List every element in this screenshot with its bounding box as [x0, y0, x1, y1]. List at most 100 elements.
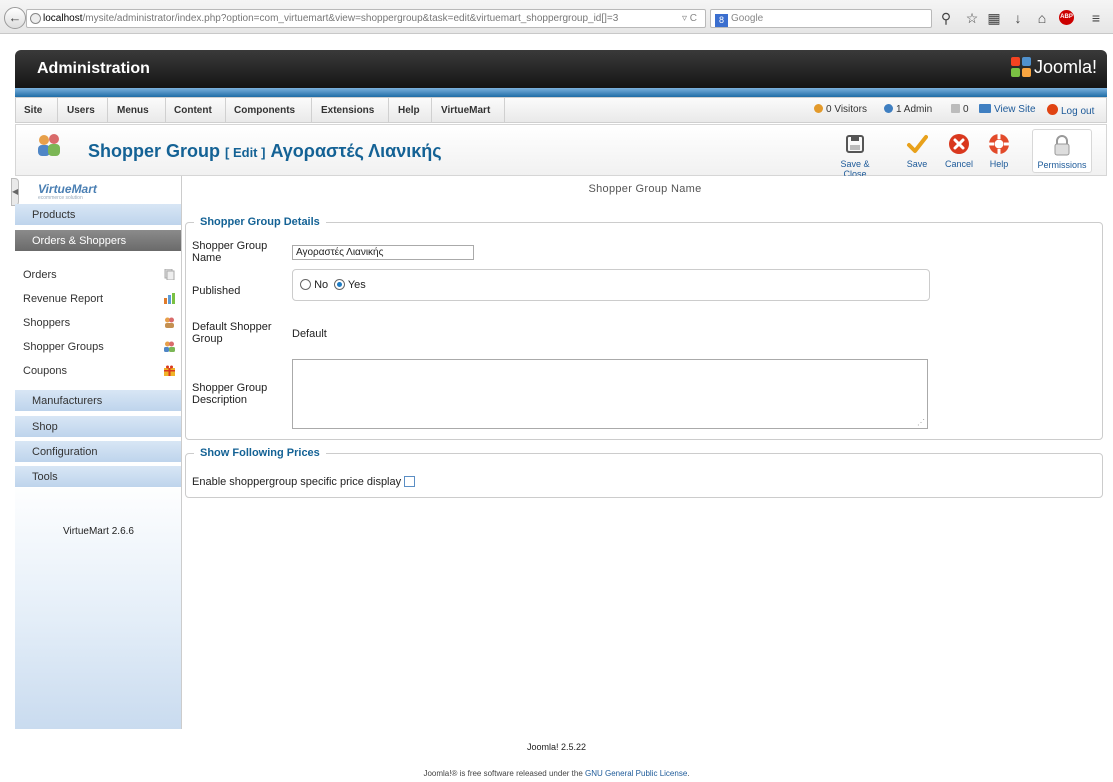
- url-bar[interactable]: localhost/mysite/administrator/index.php…: [26, 9, 706, 28]
- description-label: Shopper Group Description: [192, 382, 268, 406]
- sidebar-item-coupons[interactable]: Coupons: [23, 362, 175, 380]
- shopper-group-icon: [38, 134, 60, 156]
- main-content: Shopper Group Name Shopper Group Details…: [183, 176, 1107, 729]
- url-path: /mysite/administrator/index.php?option=c…: [82, 13, 619, 24]
- search-input[interactable]: 8 Google: [710, 9, 932, 28]
- menu-item-components[interactable]: Components: [234, 105, 295, 116]
- radio-no[interactable]: [300, 279, 311, 290]
- help-label: Help: [989, 159, 1009, 169]
- admins-status: 1 Admin: [884, 104, 932, 115]
- menu-item-site[interactable]: Site: [24, 105, 42, 116]
- joomla-logo: Joomla!: [1010, 57, 1097, 78]
- description-textarea[interactable]: ⋰: [292, 359, 928, 429]
- downloads-icon[interactable]: ↓: [1009, 10, 1027, 26]
- logout-link[interactable]: Log out: [1047, 104, 1094, 117]
- gpl-link[interactable]: GNU General Public License: [585, 769, 687, 778]
- sidebar-section-products[interactable]: Products: [15, 204, 181, 226]
- url-host: localhost: [43, 13, 83, 24]
- menu-item-users[interactable]: Users: [67, 105, 95, 116]
- save-button[interactable]: Save: [902, 129, 932, 173]
- back-icon[interactable]: ←: [4, 7, 26, 29]
- published-option-yes[interactable]: Yes: [334, 279, 366, 291]
- menu-item-content[interactable]: Content: [174, 105, 212, 116]
- shopper-group-name-label: Shopper Group Name: [192, 240, 268, 264]
- published-radio-group: No Yes: [292, 269, 930, 301]
- save-close-icon: [846, 135, 864, 153]
- checkmark-icon: [907, 135, 928, 153]
- license-suffix: .: [687, 769, 690, 778]
- page-toolbar: Shopper Group [ Edit ] Αγοραστές Λιανική…: [15, 124, 1107, 179]
- sidebar-item-revenue-report[interactable]: Revenue Report: [23, 290, 175, 308]
- logout-icon: [1047, 104, 1058, 115]
- sidebar-section-configuration[interactable]: Configuration: [15, 441, 181, 463]
- collapse-sidebar-icon[interactable]: ◀: [11, 178, 19, 206]
- enable-price-display-label: Enable shoppergroup specific price displ…: [192, 476, 402, 488]
- virtuemart-sidebar: ◀ VirtueMart ecommerce solution Products…: [11, 176, 182, 729]
- page-title: Shopper Group [ Edit ] Αγοραστές Λιανική…: [88, 141, 442, 162]
- help-button[interactable]: Help: [982, 129, 1016, 173]
- resize-handle-icon[interactable]: ⋰: [917, 418, 925, 427]
- orders-icon: [164, 269, 175, 280]
- bookmarks-menu-icon[interactable]: ▦: [985, 10, 1003, 27]
- sidebar-item-orders[interactable]: Orders: [23, 266, 175, 284]
- sidebar-item-label: Shoppers: [23, 317, 71, 329]
- menu-item-extensions[interactable]: Extensions: [321, 105, 374, 116]
- admins-count: 1 Admin: [896, 104, 933, 115]
- admin-header: Administration Joomla!: [15, 50, 1107, 88]
- menu-item-menus[interactable]: Menus: [117, 105, 149, 116]
- visitors-count: 0 Visitors: [826, 104, 867, 115]
- menu-item-virtuemart[interactable]: VirtueMart: [441, 105, 490, 116]
- default-shopper-group-value: Default: [292, 328, 327, 340]
- view-site-link[interactable]: View Site: [979, 104, 1036, 115]
- menu-divider: [57, 98, 58, 122]
- search-icon[interactable]: ⚲: [937, 10, 955, 27]
- sidebar-item-shoppers[interactable]: Shoppers: [23, 314, 175, 332]
- page-title-edit: [ Edit ]: [225, 145, 266, 160]
- adblock-icon[interactable]: ABP: [1059, 10, 1074, 25]
- menu-divider: [107, 98, 108, 122]
- messages-count: 0: [963, 104, 969, 115]
- radio-yes[interactable]: [334, 279, 345, 290]
- details-legend: Shopper Group Details: [200, 216, 320, 228]
- page-title-name: Αγοραστές Λιανικής: [270, 141, 442, 161]
- sidebar-item-shopper-groups[interactable]: Shopper Groups: [23, 338, 175, 356]
- sidebar-item-label: Orders: [23, 269, 57, 281]
- sidebar-section-manufacturers[interactable]: Manufacturers: [15, 390, 181, 412]
- published-label: Published: [192, 285, 241, 297]
- radio-no-label: No: [314, 279, 329, 291]
- virtuemart-version: VirtueMart 2.6.6: [63, 526, 134, 537]
- save-close-button[interactable]: Save & Close: [828, 129, 882, 179]
- shopper-group-name-input[interactable]: [292, 245, 474, 260]
- header-title: Administration: [37, 60, 150, 77]
- lock-icon: [1054, 135, 1070, 156]
- site-identity-icon[interactable]: [30, 13, 41, 24]
- virtuemart-logo-text: VirtueMart: [38, 182, 97, 196]
- bookmark-star-icon[interactable]: ☆: [963, 10, 981, 27]
- sidebar-item-label: Revenue Report: [23, 293, 104, 305]
- home-icon[interactable]: ⌂: [1033, 10, 1051, 26]
- reload-icon[interactable]: ▿ C: [682, 10, 697, 27]
- mail-icon: [951, 104, 960, 113]
- sidebar-item-label: Coupons: [23, 365, 68, 377]
- permissions-button[interactable]: Permissions: [1032, 129, 1092, 173]
- enable-price-display-checkbox[interactable]: [404, 476, 416, 487]
- browser-toolbar: ← localhost/mysite/administrator/index.p…: [0, 0, 1113, 34]
- menu-divider: [504, 98, 505, 122]
- search-placeholder: Google: [731, 13, 764, 24]
- sidebar-section-orders-shoppers[interactable]: Orders & Shoppers: [15, 230, 181, 252]
- search-engine-icon[interactable]: 8: [715, 14, 728, 27]
- shoppers-icon: [165, 317, 174, 328]
- menu-icon[interactable]: ≡: [1087, 10, 1105, 26]
- cancel-button[interactable]: Cancel: [941, 129, 977, 173]
- published-option-no[interactable]: No: [300, 279, 328, 291]
- sidebar-section-shop[interactable]: Shop: [15, 416, 181, 438]
- license-notice: Joomla!® is free software released under…: [0, 769, 1113, 778]
- messages-status[interactable]: 0: [951, 104, 969, 115]
- menu-item-help[interactable]: Help: [398, 105, 420, 116]
- sidebar-section-tools[interactable]: Tools: [15, 466, 181, 488]
- logout-label: Log out: [1061, 106, 1095, 117]
- default-shopper-group-label: Default Shopper Group: [192, 321, 272, 345]
- show-prices-fieldset: Show Following Prices: [185, 447, 1103, 498]
- prices-legend: Show Following Prices: [200, 447, 320, 459]
- gift-icon: [164, 365, 175, 376]
